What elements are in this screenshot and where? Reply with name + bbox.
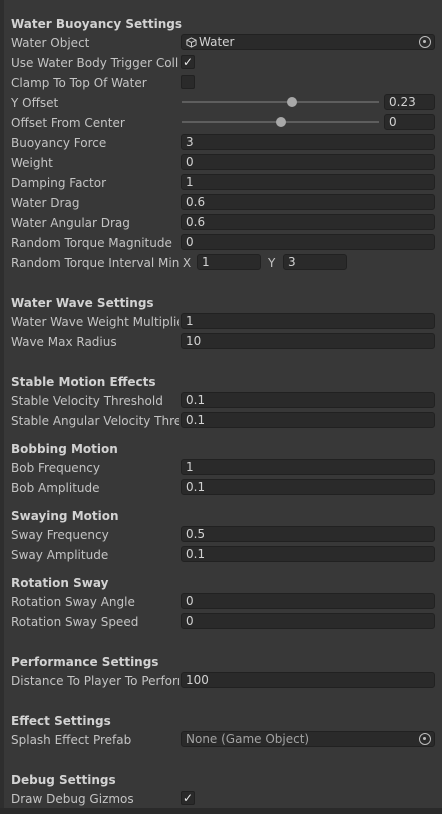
clamp-top-label: Clamp To Top Of Water (11, 76, 147, 90)
torque-interval-x-label: X (183, 256, 192, 270)
wave-weight-label: Water Wave Weight Multiplier (11, 315, 179, 329)
stable-velocity-field[interactable]: 0.1 (181, 392, 435, 408)
water-drag-label: Water Drag (11, 196, 80, 210)
y-offset-field[interactable]: 0.23 (384, 94, 435, 110)
distance-field[interactable]: 100 (181, 672, 435, 688)
debug-gizmos-checkbox[interactable]: ✓ (181, 791, 195, 805)
section-header-swaying: Swaying Motion (11, 509, 119, 523)
weight-label: Weight (11, 156, 53, 170)
splash-prefab-label: Splash Effect Prefab (11, 733, 132, 747)
stable-velocity-label: Stable Velocity Threshold (11, 394, 163, 408)
damping-label: Damping Factor (11, 176, 107, 190)
stable-angular-label: Stable Angular Velocity Threshold (11, 414, 179, 428)
section-header-debug: Debug Settings (11, 773, 116, 787)
object-picker-icon[interactable] (419, 36, 431, 48)
distance-label: Distance To Player To Perform Updates (11, 674, 179, 688)
torque-magnitude-label: Random Torque Magnitude (11, 236, 172, 250)
weight-field[interactable]: 0 (181, 154, 435, 170)
bob-frequency-field[interactable]: 1 (181, 459, 435, 475)
y-offset-label: Y Offset (11, 96, 59, 110)
bob-amplitude-label: Bob Amplitude (11, 481, 100, 495)
panel-left-edge (0, 0, 4, 814)
bob-frequency-label: Bob Frequency (11, 461, 100, 475)
sway-amplitude-label: Sway Amplitude (11, 548, 109, 562)
debug-gizmos-label: Draw Debug Gizmos (11, 792, 134, 806)
rotation-angle-field[interactable]: 0 (181, 593, 435, 609)
y-offset-slider-knob[interactable] (287, 97, 298, 107)
section-header-rotation: Rotation Sway (11, 576, 109, 590)
use-trigger-label: Use Water Body Trigger Collider (11, 56, 179, 70)
rotation-speed-label: Rotation Sway Speed (11, 615, 139, 629)
torque-interval-label: Random Torque Interval Min Max (11, 256, 179, 270)
section-header-bobbing: Bobbing Motion (11, 442, 118, 456)
offset-center-slider-knob[interactable] (275, 117, 286, 127)
buoyancy-force-label: Buoyancy Force (11, 136, 107, 150)
water-object-field[interactable]: Water (181, 34, 435, 50)
offset-center-label: Offset From Center (11, 116, 125, 130)
angular-drag-field[interactable]: 0.6 (181, 214, 435, 230)
wave-radius-field[interactable]: 10 (181, 333, 435, 349)
section-header-effects: Effect Settings (11, 714, 111, 728)
water-object-label: Water Object (11, 36, 90, 50)
wave-radius-label: Wave Max Radius (11, 335, 117, 349)
damping-field[interactable]: 1 (181, 174, 435, 190)
angular-drag-label: Water Angular Drag (11, 216, 130, 230)
object-picker-icon[interactable] (419, 733, 431, 745)
sway-frequency-label: Sway Frequency (11, 528, 109, 542)
water-object-value: Water (199, 35, 235, 49)
wave-weight-field[interactable]: 1 (181, 313, 435, 329)
sway-amplitude-field[interactable]: 0.1 (181, 546, 435, 562)
bob-amplitude-field[interactable]: 0.1 (181, 479, 435, 495)
rotation-angle-label: Rotation Sway Angle (11, 595, 135, 609)
splash-prefab-value: None (Game Object) (186, 732, 310, 746)
clamp-top-checkbox[interactable] (181, 75, 195, 89)
torque-interval-y-field[interactable]: 3 (283, 254, 347, 270)
torque-magnitude-field[interactable]: 0 (181, 234, 435, 250)
splash-prefab-field[interactable]: None (Game Object) (181, 731, 435, 747)
rotation-speed-field[interactable]: 0 (181, 613, 435, 629)
water-drag-field[interactable]: 0.6 (181, 194, 435, 210)
panel-bottom-edge (0, 808, 442, 814)
stable-angular-field[interactable]: 0.1 (181, 412, 435, 428)
buoyancy-force-field[interactable]: 3 (181, 134, 435, 150)
offset-center-field[interactable]: 0 (384, 114, 435, 130)
use-trigger-checkbox[interactable]: ✓ (181, 55, 195, 69)
torque-interval-y-label: Y (268, 256, 276, 270)
section-header-wave: Water Wave Settings (11, 296, 154, 310)
sway-frequency-field[interactable]: 0.5 (181, 526, 435, 542)
inspector-panel: Water Buoyancy Settings Water Object Wat… (0, 0, 442, 814)
y-offset-slider-track[interactable] (182, 101, 379, 103)
section-header-performance: Performance Settings (11, 655, 159, 669)
torque-interval-x-field[interactable]: 1 (197, 254, 261, 270)
section-header-buoyancy: Water Buoyancy Settings (11, 17, 183, 31)
cube-icon (186, 37, 197, 48)
section-header-stable: Stable Motion Effects (11, 375, 156, 389)
